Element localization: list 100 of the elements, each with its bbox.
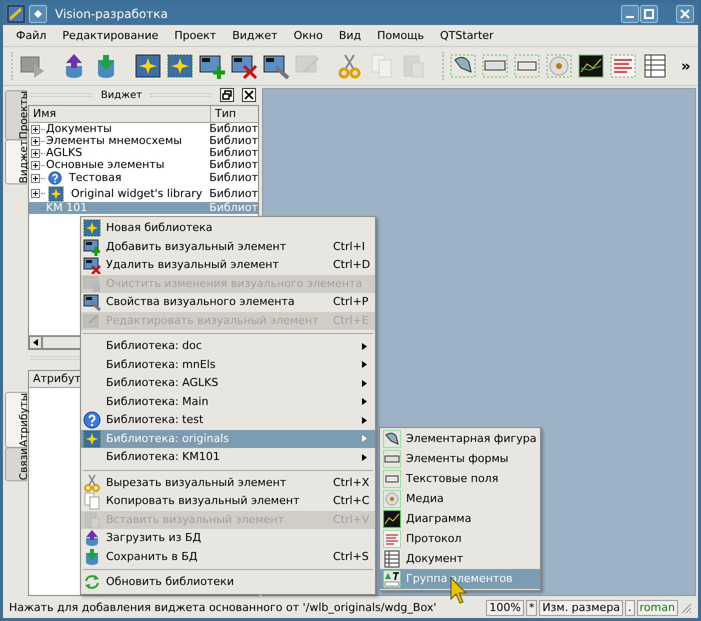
- help-icon: [83, 411, 101, 430]
- submenu-arrow-icon: [362, 435, 367, 442]
- submenu-arrow-icon: [362, 398, 367, 406]
- chart-icon[interactable]: [577, 52, 605, 80]
- expand-icon[interactable]: [31, 148, 40, 158]
- expand-icon[interactable]: [31, 174, 40, 182]
- resize-grip-icon[interactable]: [680, 602, 692, 614]
- menu-item[interactable]: Документ: [380, 549, 540, 569]
- menu-item[interactable]: Редактирование: [55, 26, 166, 46]
- window-menu-icon[interactable]: [29, 5, 47, 23]
- tree-item-label[interactable]: Тестовая: [69, 172, 122, 184]
- menu-item[interactable]: Обновить библиотеки: [81, 573, 375, 592]
- tree-item-label[interactable]: Original widget's library: [71, 188, 202, 200]
- form-field-icon: [383, 450, 401, 468]
- tree-item-label[interactable]: Основные элементы: [46, 159, 164, 171]
- zoom-indicator: 100%: [486, 600, 524, 616]
- library-icon[interactable]: [166, 52, 194, 80]
- menu-item[interactable]: Файл: [9, 26, 54, 46]
- database-upload-icon: [83, 529, 101, 548]
- copy-icon: [83, 492, 101, 510]
- menu-item[interactable]: Добавить визуальный элемент Ctrl+I: [81, 238, 375, 256]
- help-icon: [48, 171, 62, 185]
- scrollbar-thumb[interactable]: [42, 336, 82, 349]
- side-tab[interactable]: Связи: [5, 446, 27, 481]
- protocol-icon[interactable]: [609, 52, 637, 80]
- more-tools-button[interactable]: »: [677, 54, 695, 78]
- menu-item[interactable]: Новая библиотека: [81, 219, 375, 238]
- column-header[interactable]: Имя: [29, 106, 211, 122]
- library-icon[interactable]: [134, 52, 162, 80]
- side-tab[interactable]: Атрибуты: [5, 392, 27, 448]
- menu-item[interactable]: Библиотека: doc: [81, 337, 375, 356]
- menu-item[interactable]: Вид: [332, 26, 368, 46]
- menu-item[interactable]: Диаграмма: [380, 509, 540, 529]
- window-title: Vision-разработка: [55, 6, 168, 23]
- tree-item-type: Библиот: [208, 159, 258, 171]
- pencil-widget-icon: [83, 312, 101, 330]
- tree-item-type: Библиот: [208, 135, 258, 147]
- submenu-arrow-icon: [362, 361, 367, 368]
- dock-title: Виджет: [100, 88, 142, 102]
- app-icon: [7, 5, 25, 23]
- close-icon[interactable]: [242, 88, 256, 102]
- menu-item[interactable]: Сохранить в БД Ctrl+S: [81, 548, 375, 566]
- menu-item[interactable]: Загрузить из БД: [81, 529, 375, 548]
- document-icon: [383, 550, 401, 568]
- group-icon: [383, 570, 401, 588]
- submenu-arrow-icon: [362, 416, 367, 424]
- status-field: .: [625, 600, 635, 616]
- tree-item-type: Библиот: [208, 147, 258, 159]
- side-tab[interactable]: Виджет: [5, 139, 27, 185]
- menu-item[interactable]: Библиотека: mnEls: [81, 356, 375, 374]
- column-header[interactable]: Тип: [211, 106, 258, 122]
- refresh-icon: [83, 573, 101, 592]
- expand-icon[interactable]: [31, 124, 40, 134]
- menu-item[interactable]: Библиотека: KM101: [81, 448, 375, 466]
- shape-icon: [383, 430, 401, 448]
- wrench-widget-icon: [83, 293, 101, 312]
- float-icon[interactable]: [220, 88, 234, 102]
- tree-item-type: Библиот: [208, 202, 258, 214]
- minimize-icon[interactable]: [621, 5, 639, 23]
- left-arrow-icon[interactable]: [33, 339, 38, 346]
- tree-item-label: KM 101: [46, 202, 88, 214]
- menu-item[interactable]: Элементарная фигура: [380, 429, 540, 449]
- modified-indicator: *: [526, 600, 538, 616]
- chart-icon: [383, 510, 401, 528]
- library-icon: [83, 430, 101, 448]
- tree-item-label[interactable]: Документы: [46, 123, 112, 135]
- side-tab[interactable]: Проекты: [5, 90, 27, 140]
- menu-item[interactable]: Окно: [286, 26, 330, 46]
- menu-item[interactable]: Библиотека: Main: [81, 392, 375, 411]
- tree-item-type: Библиот: [208, 172, 258, 184]
- menu-item[interactable]: Протокол: [380, 529, 540, 549]
- mode-indicator: Изм. размера: [539, 600, 624, 616]
- submenu-arrow-icon: [362, 454, 367, 461]
- menu-item[interactable]: Элементы формы: [380, 449, 540, 469]
- database-download-icon: [83, 548, 101, 566]
- expand-icon[interactable]: [31, 160, 40, 170]
- menu-item[interactable]: Копировать визуальный элемент Ctrl+C: [81, 492, 375, 510]
- protocol-icon: [383, 530, 401, 548]
- library-icon: [48, 186, 64, 202]
- paste-icon: [83, 510, 101, 529]
- menu-item[interactable]: Виджет: [225, 26, 285, 46]
- menu-item[interactable]: Помощь: [370, 26, 432, 46]
- tree-item-type: Библиот: [208, 188, 258, 200]
- expand-icon[interactable]: [31, 189, 40, 198]
- menu-item[interactable]: Текстовые поля: [380, 469, 540, 489]
- user-indicator: roman: [636, 600, 678, 616]
- text-field-icon: [383, 470, 401, 488]
- expand-icon[interactable]: [31, 136, 40, 146]
- widget-icon: [83, 274, 101, 293]
- submenu-arrow-icon: [362, 342, 367, 350]
- scissors-icon: [83, 474, 101, 492]
- tree-item-label[interactable]: AGLKS: [46, 147, 82, 159]
- maximize-icon[interactable]: [640, 5, 658, 23]
- menu-item[interactable]: Медиа: [380, 489, 540, 509]
- menu-item[interactable]: QTStarter: [433, 26, 501, 46]
- tree-item-label[interactable]: Элементы мнемосхемы: [46, 135, 182, 147]
- menu-item[interactable]: Вырезать визуальный элемент Ctrl+X: [81, 474, 375, 492]
- menu-item[interactable]: Библиотека: test: [81, 411, 375, 430]
- status-message: Нажать для добавления виджета основанного от '/wlb_originals/wdg_Box': [9, 600, 438, 616]
- menu-item[interactable]: Проект: [167, 26, 224, 46]
